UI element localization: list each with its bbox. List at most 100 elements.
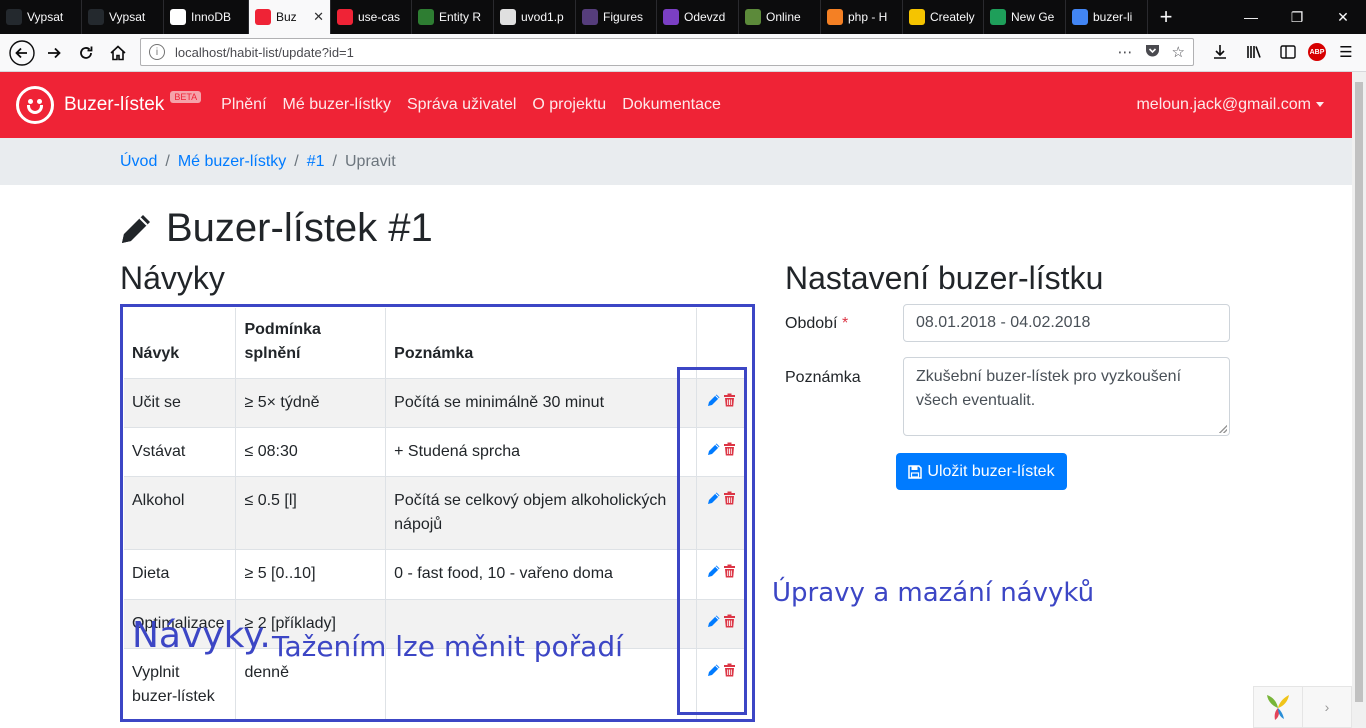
close-tab-icon[interactable]: ✕ — [313, 9, 324, 25]
browser-tab[interactable]: Odevzd — [657, 0, 739, 34]
user-menu[interactable]: meloun.jack@gmail.com — [1136, 96, 1324, 114]
annotation-edit-delete: Úpravy a mazání návyků — [772, 578, 1095, 608]
browser-tab-title[interactable]: Online — [766, 10, 814, 24]
download-icon[interactable] — [1206, 38, 1234, 66]
habit-name-cell: Alkohol — [124, 476, 236, 550]
url-text[interactable]: localhost/habit-list/update?id=1 — [175, 45, 354, 60]
edit-pencil-icon[interactable] — [707, 391, 721, 415]
delete-trash-icon[interactable] — [723, 562, 736, 586]
browser-tab-title[interactable]: use-cas — [358, 10, 405, 24]
page-info-icon[interactable]: i — [149, 44, 165, 60]
delete-trash-icon[interactable] — [723, 440, 736, 464]
table-row[interactable]: Dieta ≥ 5 [0..10] 0 - fast food, 10 - vaře… — [124, 549, 746, 600]
annotation-drag-hint: Tažením lze měnit pořadí — [272, 630, 623, 663]
bookmark-star-icon[interactable]: ☆ — [1172, 43, 1185, 61]
delete-trash-icon[interactable] — [723, 391, 736, 415]
nav-link[interactable]: Plnění — [221, 96, 266, 114]
note-field[interactable]: Zkušební buzer-lístek pro vyzkoušení vše… — [903, 357, 1230, 436]
table-row[interactable]: Alkohol ≤ 0.5 [l] Počítá se celkový objem … — [124, 476, 746, 550]
edit-pencil-icon[interactable] — [707, 661, 721, 685]
sidebar-icon[interactable] — [1274, 38, 1302, 66]
resize-grip-icon[interactable] — [1219, 425, 1227, 433]
browser-tab[interactable]: Online — [739, 0, 821, 34]
wikipedia-icon — [170, 9, 186, 25]
browser-tab[interactable]: uvod1.p — [494, 0, 576, 34]
browser-tab-title[interactable]: Odevzd — [684, 10, 732, 24]
table-header-row: Návyk Podmínka splnění Poznámka — [124, 308, 746, 379]
browser-tab[interactable]: Creately — [903, 0, 984, 34]
browser-tab-title[interactable]: php - H — [848, 10, 896, 24]
browser-tab-title[interactable]: Creately — [930, 10, 977, 24]
close-window-icon[interactable]: ✕ — [1320, 0, 1366, 34]
browser-tab[interactable]: Figures — [576, 0, 657, 34]
browser-tab-title[interactable]: buzer-li — [1093, 10, 1141, 24]
breadcrumb-home[interactable]: Úvod — [120, 153, 157, 171]
delete-trash-icon[interactable] — [723, 612, 736, 636]
browser-tab[interactable]: New Ge — [984, 0, 1066, 34]
url-bar[interactable]: i localhost/habit-list/update?id=1 ⋯ ☆ — [140, 38, 1194, 66]
minimize-icon[interactable]: — — [1228, 0, 1274, 34]
browser-tab[interactable]: Entity R — [412, 0, 494, 34]
home-icon — [110, 44, 126, 60]
browser-tab-title[interactable]: Buz — [276, 10, 309, 24]
edit-pencil-icon[interactable] — [707, 489, 721, 513]
habit-note-cell: + Studená sprcha — [385, 427, 697, 477]
user-email[interactable]: meloun.jack@gmail.com — [1136, 96, 1311, 113]
browser-tab-title[interactable]: uvod1.p — [521, 10, 569, 24]
edit-pencil-icon[interactable] — [707, 440, 721, 464]
new-tab-button[interactable]: + — [1148, 0, 1184, 34]
pocket-icon[interactable] — [1145, 43, 1160, 61]
browser-tab[interactable]: Buz ✕ — [249, 0, 331, 34]
breadcrumb-separator: / — [294, 152, 299, 170]
note-field-wrapper: Zkušební buzer-lístek pro vyzkoušení vše… — [903, 357, 1230, 436]
browser-tab[interactable]: Vypsat — [0, 0, 82, 34]
page-scrollbar[interactable] — [1352, 72, 1366, 728]
browser-tab-title[interactable]: Entity R — [439, 10, 487, 24]
pencil-icon — [122, 214, 150, 243]
browser-tab-title[interactable]: New Ge — [1011, 10, 1059, 24]
table-row[interactable]: Vstávat ≤ 08:30 + Studená sprcha — [124, 427, 746, 477]
restore-icon[interactable]: ❐ — [1274, 0, 1320, 34]
debug-toolbar[interactable]: › — [1253, 686, 1352, 728]
home-button[interactable] — [102, 37, 134, 69]
browser-tab[interactable]: use-cas — [331, 0, 412, 34]
scrollbar-thumb[interactable] — [1355, 82, 1363, 702]
browser-tab-title[interactable]: Vypsat — [109, 10, 157, 24]
breadcrumb-item[interactable]: #1 — [307, 153, 325, 171]
nav-link[interactable]: Mé buzer-lístky — [283, 96, 391, 114]
nav-link[interactable]: O projektu — [532, 96, 606, 114]
library-icon[interactable] — [1240, 38, 1268, 66]
back-button[interactable] — [6, 37, 38, 69]
smiley-logo-icon[interactable] — [16, 86, 54, 124]
hamburger-menu-icon[interactable]: ☰ — [1332, 38, 1360, 66]
habit-actions-cell — [695, 647, 746, 721]
list-icon — [663, 9, 679, 25]
yii-logo-icon[interactable] — [1254, 692, 1302, 722]
browser-tab-title[interactable]: InnoDB — [191, 10, 242, 24]
habit-actions-cell — [695, 377, 746, 428]
page-actions-icon[interactable]: ⋯ — [1118, 43, 1133, 61]
breadcrumb-list[interactable]: Mé buzer-lístky — [178, 153, 286, 171]
delete-trash-icon[interactable] — [723, 489, 736, 513]
browser-tab-title[interactable]: Figures — [603, 10, 650, 24]
browser-tab[interactable]: InnoDB — [164, 0, 249, 34]
browser-tab-title[interactable]: Vypsat — [27, 10, 75, 24]
edit-pencil-icon[interactable] — [707, 612, 721, 636]
browser-tab[interactable]: Vypsat — [82, 0, 164, 34]
browser-tab[interactable]: buzer-li — [1066, 0, 1148, 34]
period-field[interactable] — [903, 304, 1230, 342]
delete-trash-icon[interactable] — [723, 661, 736, 685]
brand-name[interactable]: Buzer-lístek — [64, 94, 164, 116]
browser-tab[interactable]: php - H — [821, 0, 903, 34]
breadcrumb-separator: / — [332, 152, 337, 170]
edit-pencil-icon[interactable] — [707, 562, 721, 586]
save-button-label[interactable]: Uložit buzer-lístek — [927, 463, 1054, 481]
nav-link[interactable]: Správa uživatel — [407, 96, 516, 114]
nav-link[interactable]: Dokumentace — [622, 96, 721, 114]
reload-button[interactable] — [70, 37, 102, 69]
table-row[interactable]: Učit se ≥ 5× týdně Počítá se minimálně 30 … — [124, 377, 746, 428]
save-button[interactable]: Uložit buzer-lístek — [896, 453, 1067, 490]
forward-button[interactable] — [38, 37, 70, 69]
adblock-icon[interactable]: ABP — [1308, 43, 1326, 61]
chevron-right-icon[interactable]: › — [1302, 687, 1351, 727]
